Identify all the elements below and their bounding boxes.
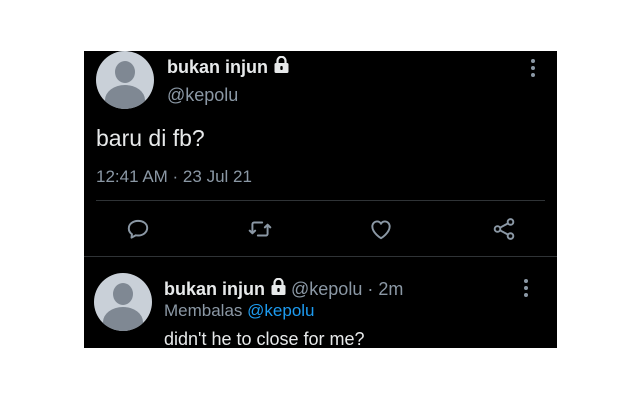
reply-text: didn't he to close for me? [164,329,365,348]
tweet-timestamp[interactable]: 12:41 AM · 23 Jul 21 [96,167,252,187]
handle[interactable]: @kepolu [167,85,238,106]
tweet-text: baru di fb? [96,125,205,151]
divider [96,200,545,201]
reply-icon[interactable] [125,216,151,242]
heart-icon[interactable] [368,216,394,242]
display-name-text: bukan injun [167,57,268,77]
share-icon[interactable] [491,216,517,242]
divider [84,256,557,257]
tweet-screen: bukan injun @kepolu baru di fb? 12:41 AM… [84,51,557,348]
lock-icon [271,277,286,300]
more-vertical-icon[interactable] [524,279,528,300]
more-vertical-icon[interactable] [531,59,535,80]
avatar[interactable] [96,51,154,109]
replying-to-link[interactable]: @kepolu [247,301,314,320]
lock-icon [274,55,289,78]
reply-handle-time: @kepolu · 2m [291,279,404,299]
replying-to: Membalas @kepolu [164,301,315,321]
reply-header[interactable]: bukan injun @kepolu · 2m [164,277,404,300]
replying-label: Membalas [164,301,243,320]
retweet-icon[interactable] [247,216,273,242]
reply-display-name: bukan injun [164,279,265,299]
display-name[interactable]: bukan injun [167,55,289,78]
reply-avatar[interactable] [94,273,152,331]
